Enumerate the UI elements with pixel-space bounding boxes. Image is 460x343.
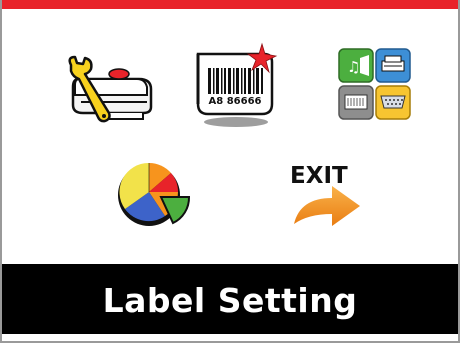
printer-setup-menu-item[interactable] <box>65 55 157 125</box>
status-bar: Label Setting <box>2 264 458 334</box>
printer-setup-wrench-icon <box>65 55 157 125</box>
printer-lcd-screen: A8 86666 ♫ EXIT Label Setting <box>0 0 460 343</box>
pie-chart-icon <box>115 159 193 229</box>
exit-menu-item[interactable]: EXIT <box>288 162 366 230</box>
svg-text:♫: ♫ <box>347 58 360 76</box>
interface-menu-item[interactable]: ♫ <box>336 46 416 123</box>
exit-label: EXIT <box>290 163 348 189</box>
barcode-label-icon: A8 86666 <box>194 42 280 130</box>
barcode-number-text: A8 86666 <box>209 96 262 107</box>
status-title: Label Setting <box>102 280 358 320</box>
exit-arrow-icon: EXIT <box>288 162 366 230</box>
interface-ports-icon: ♫ <box>336 46 416 123</box>
label-setting-menu-item[interactable]: A8 86666 <box>194 42 280 130</box>
top-accent-bar <box>2 0 458 9</box>
statistics-menu-item[interactable] <box>115 159 193 229</box>
